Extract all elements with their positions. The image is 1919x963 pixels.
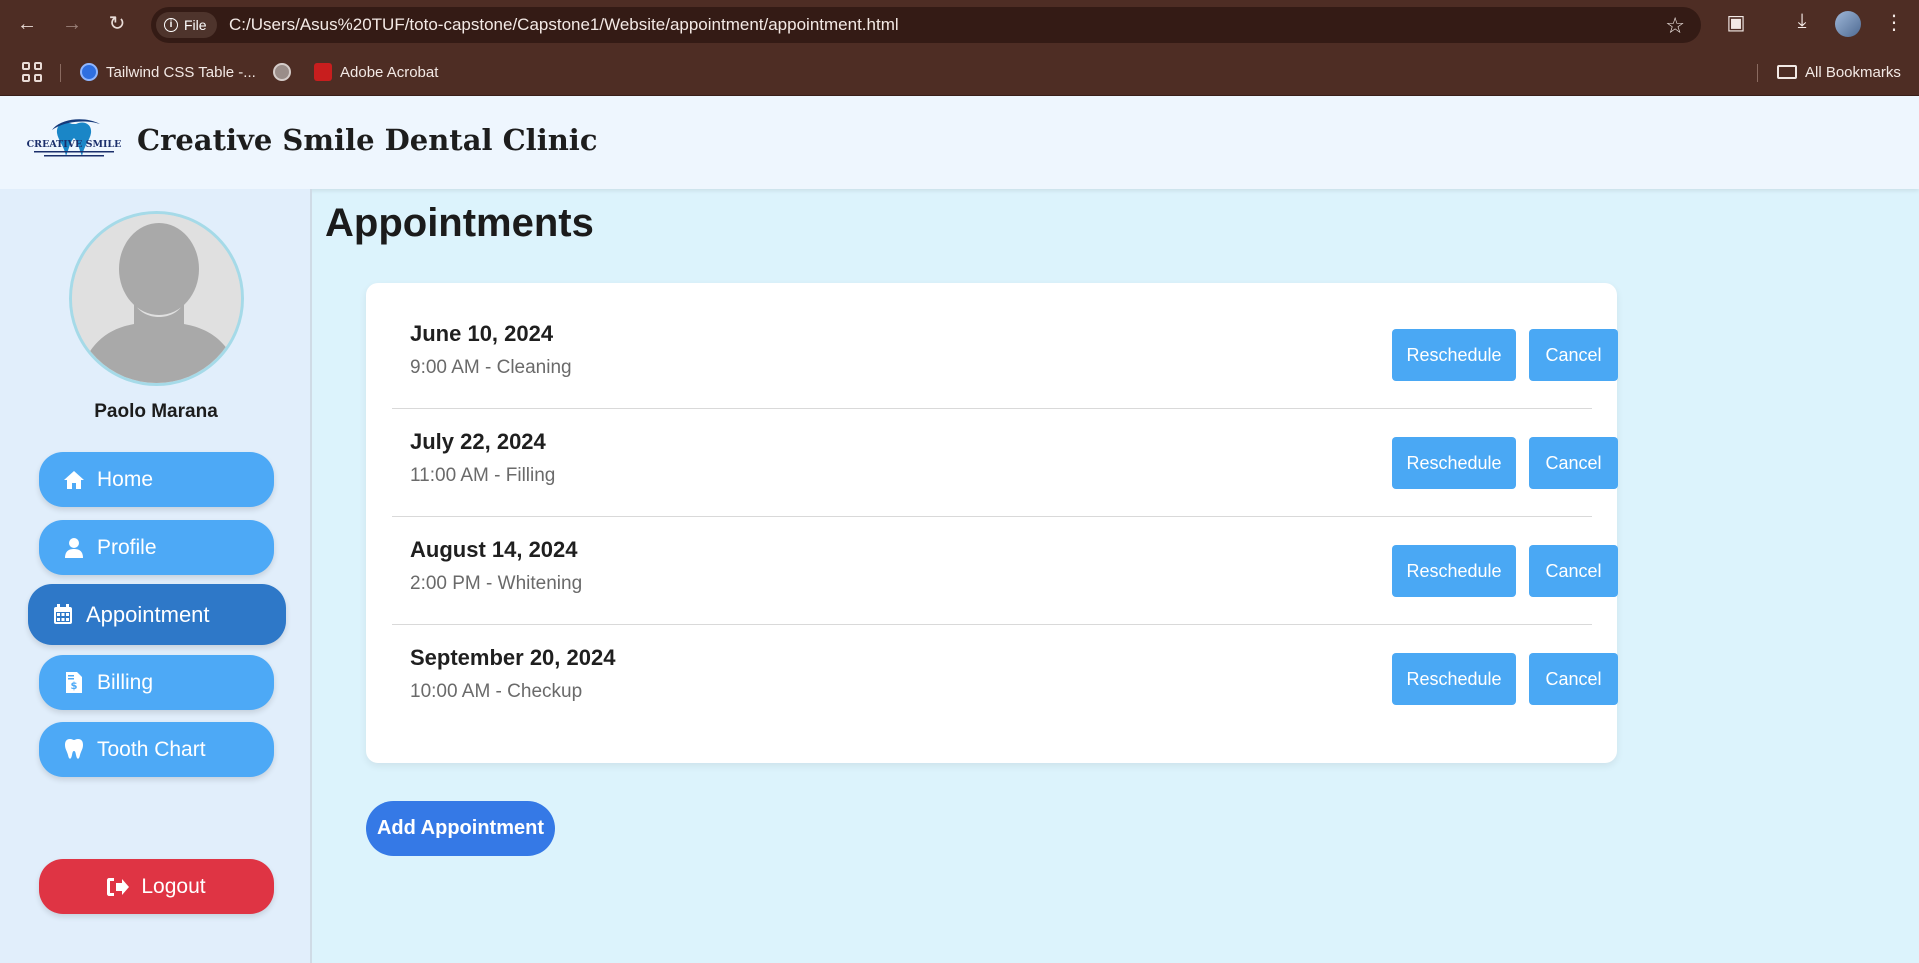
appointment-detail: 11:00 AM - Filling (410, 465, 556, 486)
appointment-detail: 2:00 PM - Whitening (410, 573, 583, 594)
sidebar-item-home[interactable]: Home (39, 452, 274, 507)
globe-icon (273, 63, 291, 81)
site-info-chip[interactable]: i File (156, 12, 217, 38)
appointment-date: June 10, 2024 (410, 321, 554, 346)
bookmarks-divider (1757, 64, 1758, 82)
apps-grid-icon[interactable] (22, 62, 42, 82)
sidebar-item-profile[interactable]: Profile (39, 520, 274, 575)
cancel-button[interactable]: Cancel (1529, 653, 1618, 705)
bookmark-label: Tailwind CSS Table -... (106, 63, 256, 81)
menu-kebab-icon[interactable]: ⋮ (1880, 10, 1908, 35)
app-header: CREATIVE SMILE Creative Smile Dental Cli… (0, 96, 1919, 189)
bookmark-star-icon[interactable]: ☆ (1665, 13, 1685, 39)
info-icon: i (164, 18, 178, 32)
sidebar-item-billing[interactable]: $ Billing (39, 655, 274, 710)
reload-icon[interactable]: ↻ (105, 12, 129, 36)
url-text[interactable]: C:/Users/Asus%20TUF/toto-capstone/Capsto… (229, 7, 899, 43)
tooth-icon (63, 739, 85, 761)
bookmarks-divider (60, 64, 61, 82)
sidebar: Paolo Marana Home Profile Appointment $ … (0, 189, 312, 963)
bookmark-label: Adobe Acrobat (340, 63, 439, 81)
bookmark-globe[interactable] (273, 60, 291, 84)
bookmark-adobe-acrobat[interactable]: Adobe Acrobat (314, 60, 438, 84)
back-icon[interactable]: ← (15, 12, 39, 36)
appointment-date: August 14, 2024 (410, 537, 578, 562)
appointment-detail: 10:00 AM - Checkup (410, 681, 583, 702)
logout-label: Logout (141, 874, 206, 898)
cancel-button[interactable]: Cancel (1529, 437, 1618, 489)
extensions-icon[interactable]: ▣ (1722, 10, 1750, 35)
cancel-button[interactable]: Cancel (1529, 545, 1618, 597)
sidebar-item-label: Home (97, 467, 154, 491)
invoice-icon: $ (63, 672, 85, 694)
appointment-row: June 10, 2024 9:00 AM - Cleaning Resched… (392, 301, 1618, 409)
appointments-card: June 10, 2024 9:00 AM - Cleaning Resched… (366, 283, 1618, 763)
sidebar-item-label: Profile (97, 535, 157, 559)
download-icon[interactable]: ⤓ (1788, 10, 1816, 33)
forward-icon[interactable]: → (60, 12, 84, 36)
sidebar-item-tooth-chart[interactable]: Tooth Chart (39, 722, 274, 777)
reschedule-button[interactable]: Reschedule (1392, 437, 1516, 489)
bookmarks-bar: Tailwind CSS Table -... Adobe Acrobat Al… (0, 48, 1919, 96)
home-icon (63, 469, 85, 491)
appointment-detail: 9:00 AM - Cleaning (410, 357, 572, 378)
file-chip-label: File (184, 17, 207, 33)
cancel-button[interactable]: Cancel (1529, 329, 1618, 381)
appointment-date: September 20, 2024 (410, 645, 616, 670)
tailwind-favicon-icon (80, 63, 98, 81)
sidebar-item-appointment[interactable]: Appointment (28, 584, 286, 645)
browser-profile-avatar[interactable] (1835, 11, 1861, 37)
reschedule-button[interactable]: Reschedule (1392, 653, 1516, 705)
sidebar-item-label: Billing (97, 670, 154, 694)
add-appointment-button[interactable]: Add Appointment (366, 801, 555, 856)
svg-text:CREATIVE SMILE: CREATIVE SMILE (27, 139, 122, 150)
all-bookmarks[interactable]: All Bookmarks (1777, 60, 1901, 84)
reschedule-button[interactable]: Reschedule (1392, 329, 1516, 381)
clinic-logo[interactable]: CREATIVE SMILE (26, 116, 122, 166)
appointment-row: September 20, 2024 10:00 AM - Checkup Re… (392, 625, 1618, 733)
all-bookmarks-label: All Bookmarks (1805, 63, 1901, 81)
sidebar-item-label: Tooth Chart (97, 737, 206, 761)
avatar (69, 211, 244, 386)
appointment-row: August 14, 2024 2:00 PM - Whitening Resc… (392, 517, 1618, 625)
sign-out-icon (107, 876, 130, 898)
logout-button[interactable]: Logout (39, 859, 274, 914)
folder-icon (1777, 65, 1797, 79)
page-title: Appointments (325, 201, 594, 245)
user-silhouette-icon (72, 214, 241, 383)
appointment-date: July 22, 2024 (410, 429, 546, 454)
sidebar-item-label: Appointment (86, 601, 210, 627)
user-icon (63, 537, 85, 559)
user-name: Paolo Marana (94, 401, 218, 422)
appointment-row: July 22, 2024 11:00 AM - Filling Resched… (392, 409, 1618, 517)
browser-toolbar: ← → ↻ i File C:/Users/Asus%20TUF/toto-ca… (0, 0, 1919, 48)
bookmark-tailwind[interactable]: Tailwind CSS Table -... (80, 60, 256, 84)
calendar-icon (52, 604, 74, 626)
reschedule-button[interactable]: Reschedule (1392, 545, 1516, 597)
address-bar[interactable]: i File C:/Users/Asus%20TUF/toto-capstone… (151, 7, 1701, 43)
svg-text:$: $ (71, 681, 78, 692)
acrobat-icon (314, 63, 332, 81)
clinic-name: Creative Smile Dental Clinic (137, 123, 598, 157)
